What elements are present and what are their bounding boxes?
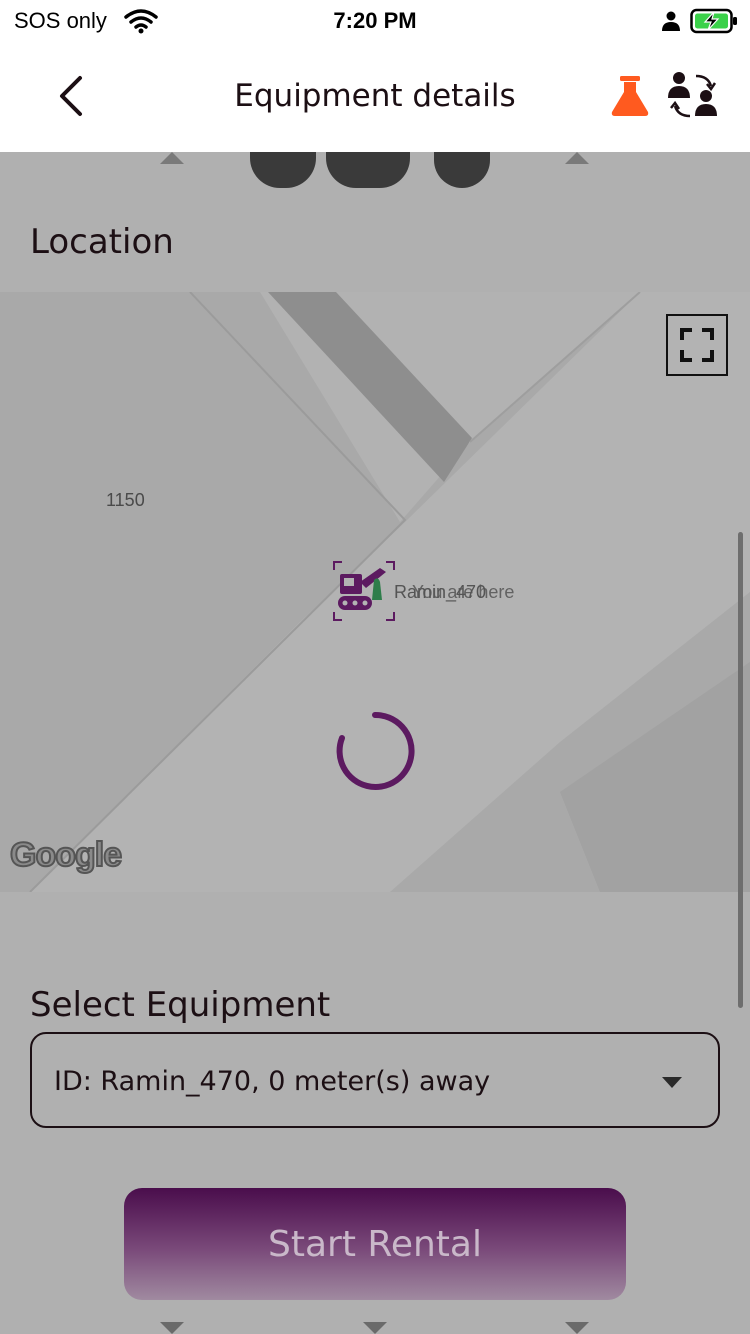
location-heading: Location xyxy=(30,222,174,262)
carousel-indicator-icon xyxy=(363,1322,387,1334)
fullscreen-button[interactable] xyxy=(666,314,728,376)
select-equipment-heading: Select Equipment xyxy=(30,985,331,1025)
status-bar: SOS only 7:20 PM xyxy=(0,0,750,44)
equipment-select-value: ID: Ramin_470, 0 meter(s) away xyxy=(54,1066,491,1097)
equipment-image xyxy=(434,152,490,188)
flask-icon[interactable] xyxy=(608,74,652,118)
navigation-bar: Equipment details xyxy=(0,44,750,152)
battery-charging-icon xyxy=(690,8,737,34)
equipment-select-dropdown[interactable]: ID: Ramin_470, 0 meter(s) away xyxy=(30,1032,720,1128)
start-rental-label: Start Rental xyxy=(268,1224,482,1265)
user-location-label: You are here xyxy=(412,582,515,602)
start-rental-button[interactable]: Start Rental xyxy=(124,1188,626,1300)
loading-spinner-icon xyxy=(336,711,415,790)
google-attribution: Google xyxy=(9,835,123,875)
carousel-indicator-icon xyxy=(160,1322,184,1334)
carousel-indicator-icon xyxy=(160,152,184,164)
map-street-label: 1150 xyxy=(106,490,145,510)
scrollbar[interactable] xyxy=(738,532,743,1008)
person-icon xyxy=(662,11,680,31)
map-view[interactable]: 1150 Ramin_470 You are here Google xyxy=(0,292,750,892)
fullscreen-icon xyxy=(680,328,714,362)
clock-time: 7:20 PM xyxy=(333,8,417,33)
swap-users-icon[interactable] xyxy=(664,70,724,122)
excavator-marker-icon[interactable] xyxy=(332,560,402,624)
equipment-image xyxy=(326,152,410,188)
equipment-image xyxy=(250,152,316,188)
dropdown-arrow-icon xyxy=(662,1077,682,1088)
equipment-image-carousel[interactable] xyxy=(0,152,750,192)
carousel-indicator-icon xyxy=(565,1322,589,1334)
carousel-indicator-icon xyxy=(565,152,589,164)
